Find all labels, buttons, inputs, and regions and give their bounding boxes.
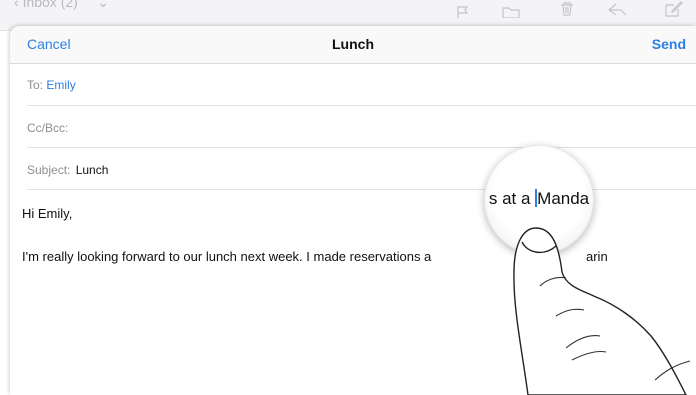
to-recipient-emily[interactable]: Emily: [46, 78, 75, 92]
subject-field[interactable]: Subject: Lunch: [10, 148, 696, 190]
compose-nav-bar: Cancel Lunch Send: [10, 26, 696, 64]
to-label: To:: [27, 78, 44, 92]
subject-value[interactable]: Lunch: [76, 163, 109, 177]
to-field[interactable]: To: Emily: [10, 64, 696, 106]
body-line-1: I'm really looking forward to our lunch …: [22, 249, 432, 264]
cc-bcc-label: Cc/Bcc:: [27, 121, 69, 135]
compose-title: Lunch: [332, 36, 374, 52]
reply-icon[interactable]: [608, 3, 628, 15]
magnified-text-before: s at a: [488, 189, 536, 208]
trash-icon[interactable]: [560, 2, 574, 16]
compose-icon[interactable]: [665, 1, 683, 17]
text-magnifier-loupe: s at a Manda: [484, 145, 594, 255]
inbox-back-label: Inbox (2): [22, 0, 78, 10]
inbox-back-link[interactable]: ‹ Inbox (2) ⌃ ⌄: [14, 0, 109, 11]
subject-label: Subject:: [27, 163, 71, 177]
flag-icon[interactable]: [456, 6, 470, 18]
body-line-1-tail: arin: [586, 249, 608, 264]
body-greeting: Hi Emily,: [22, 206, 73, 221]
send-button[interactable]: Send: [652, 36, 686, 52]
separator: [27, 189, 696, 190]
folder-icon[interactable]: [502, 6, 520, 18]
message-body[interactable]: Hi Emily, I'm really looking forward to …: [10, 192, 696, 392]
magnified-text-after: Manda: [537, 189, 590, 208]
compose-sheet: Cancel Lunch Send To: Emily Cc/Bcc: Subj…: [10, 26, 696, 395]
cc-bcc-field[interactable]: Cc/Bcc:: [10, 106, 696, 148]
